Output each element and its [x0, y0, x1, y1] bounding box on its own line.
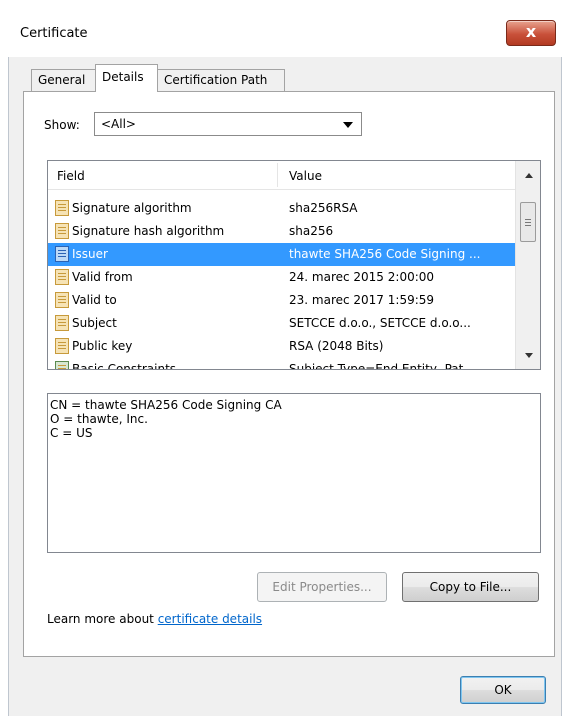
certificate-dialog: Certificate x General Details Certificat… — [0, 0, 568, 716]
field-value: RSA (2048 Bits) — [289, 339, 384, 353]
ok-button[interactable]: OK — [460, 676, 546, 704]
field-name: Signature algorithm — [72, 201, 192, 215]
certificate-field-icon — [55, 292, 69, 308]
field-value: sha256RSA — [289, 201, 358, 215]
list-item[interactable]: Public key RSA (2048 Bits) — [48, 335, 515, 358]
certificate-field-icon — [55, 246, 69, 262]
list-item[interactable]: Signature hash algorithm sha256 — [48, 220, 515, 243]
list-item[interactable]: Signature algorithm sha256RSA — [48, 197, 515, 220]
certificate-fields-list[interactable]: Field Value Signature algorithm sha256RS… — [47, 160, 541, 370]
detail-line: O = thawte, Inc. — [50, 412, 148, 426]
show-dropdown[interactable]: <All> — [94, 112, 362, 136]
certificate-field-icon — [55, 338, 69, 354]
list-header: Field Value — [48, 161, 515, 190]
column-divider[interactable] — [277, 163, 278, 187]
certificate-field-icon — [55, 200, 69, 216]
field-name: Valid from — [72, 270, 133, 284]
certificate-field-icon — [55, 223, 69, 239]
list-item-selected[interactable]: Issuer thawte SHA256 Code Signing ... — [48, 243, 515, 266]
field-value: thawte SHA256 Code Signing ... — [289, 247, 481, 261]
field-name: Valid to — [72, 293, 117, 307]
list-item[interactable]: Basic Constraints Subject Type=End Entit… — [48, 358, 515, 370]
field-value: 24. marec 2015 2:00:00 — [289, 270, 435, 284]
field-name: Basic Constraints — [72, 362, 177, 370]
field-detail-textbox[interactable]: CN = thawte SHA256 Code Signing CA O = t… — [47, 393, 541, 553]
field-value: 23. marec 2017 1:59:59 — [289, 293, 435, 307]
field-value: sha256 — [289, 224, 334, 238]
list-scrollbar[interactable] — [515, 161, 540, 369]
field-name: Signature hash algorithm — [72, 224, 225, 238]
column-header-field[interactable]: Field — [57, 169, 85, 183]
column-header-value[interactable]: Value — [289, 169, 322, 183]
scrollbar-thumb[interactable] — [520, 202, 536, 242]
certificate-field-icon — [55, 315, 69, 331]
field-value: SETCCE d.o.o., SETCCE d.o.o... — [289, 316, 471, 330]
copy-to-file-button[interactable]: Copy to File... — [402, 572, 539, 602]
detail-line: C = US — [50, 426, 93, 440]
list-item[interactable]: Subject SETCCE d.o.o., SETCCE d.o.o... — [48, 312, 515, 335]
field-value: Subject Type=End Entity, Pat... — [289, 362, 475, 370]
list-item[interactable]: Valid to 23. marec 2017 1:59:59 — [48, 289, 515, 312]
learn-more-prefix: Learn more about — [47, 612, 158, 626]
certificate-details-link[interactable]: certificate details — [158, 612, 262, 626]
learn-more-text: Learn more about certificate details — [47, 612, 262, 626]
edit-properties-button[interactable]: Edit Properties... — [257, 572, 387, 602]
certificate-field-icon — [55, 269, 69, 285]
field-name: Issuer — [72, 247, 108, 261]
scroll-down-icon[interactable] — [525, 353, 533, 358]
show-dropdown-value: <All> — [101, 117, 136, 131]
detail-line: CN = thawte SHA256 Code Signing CA — [50, 398, 282, 412]
chevron-down-icon — [343, 122, 353, 128]
field-name: Subject — [72, 316, 117, 330]
show-label: Show: — [44, 118, 80, 132]
field-name: Public key — [72, 339, 133, 353]
list-item[interactable]: Valid from 24. marec 2015 2:00:00 — [48, 266, 515, 289]
extension-icon — [55, 361, 69, 369]
scroll-up-icon[interactable] — [525, 173, 533, 178]
